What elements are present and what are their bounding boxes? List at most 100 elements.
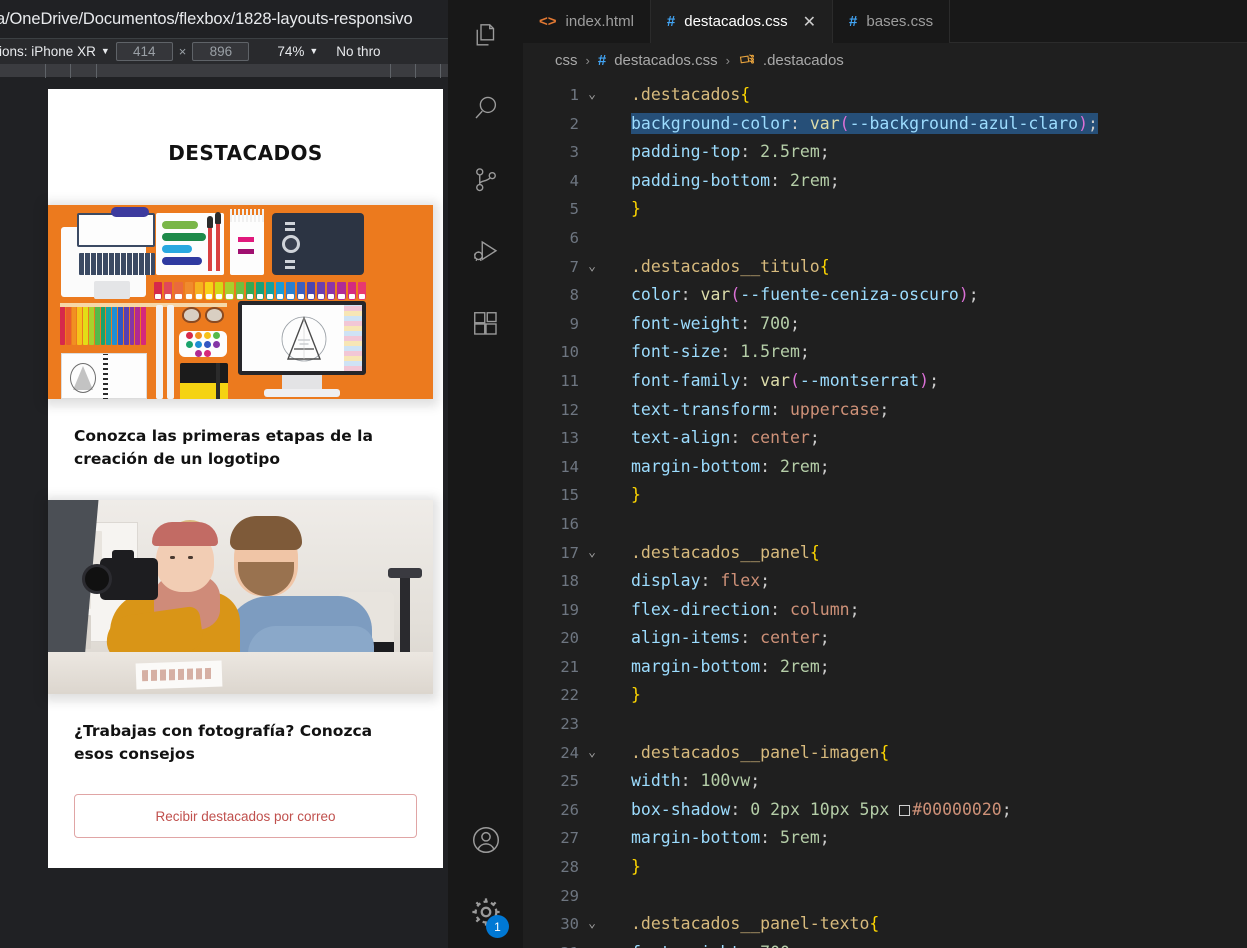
code-line[interactable]: 18 display: flex; [523, 567, 1247, 596]
code-line[interactable]: 22} [523, 681, 1247, 710]
viewport-width-input[interactable]: 414 [115, 42, 173, 61]
code-line[interactable]: 5} [523, 195, 1247, 224]
code-text: margin-bottom: 5rem; [631, 828, 830, 848]
fold-chevron-icon[interactable]: ⌄ [579, 253, 605, 282]
tab-index-html[interactable]: <> index.html [523, 0, 651, 43]
code-line[interactable]: 2 background-color: var(--background-azul… [523, 110, 1247, 139]
code-text: text-transform: uppercase; [631, 399, 890, 419]
code-line[interactable]: 24 ⌄ .destacados__panel-imagen{ [523, 739, 1247, 768]
fold-chevron-icon[interactable]: ⌄ [579, 539, 605, 568]
code-line[interactable]: 17 ⌄ .destacados__panel{ [523, 539, 1247, 568]
account-icon[interactable] [448, 804, 523, 876]
code-line[interactable]: 27 margin-bottom: 5rem; [523, 824, 1247, 853]
line-number: 20 [560, 629, 579, 648]
code-text: font-weight: 700; [631, 939, 800, 948]
code-text: display: flex; [631, 571, 771, 591]
explorer-icon[interactable] [448, 0, 523, 72]
code-line[interactable]: 8 color: var(--fuente-ceniza-oscuro); [523, 281, 1247, 310]
close-icon[interactable]: ✕ [803, 12, 816, 32]
breadcrumb-folder[interactable]: css [555, 52, 578, 69]
code-line[interactable]: 3 padding-top: 2.5rem; [523, 138, 1247, 167]
code-text: .destacados__panel{ [631, 542, 820, 562]
search-icon[interactable] [448, 72, 523, 144]
throttling-select[interactable]: No thro [336, 44, 380, 59]
code-text: } [631, 685, 641, 705]
code-text: background-color: var(--background-azul-… [631, 112, 1098, 134]
code-line[interactable]: 26 box-shadow: 0 2px 10px 5px #00000020; [523, 796, 1247, 825]
code-line[interactable]: 6 [523, 224, 1247, 253]
code-line[interactable]: 20 align-items: center; [523, 624, 1247, 653]
tab-label: bases.css [866, 13, 934, 30]
code-line[interactable]: 10 font-size: 1.5rem; [523, 338, 1247, 367]
code-line[interactable]: 28} [523, 853, 1247, 882]
device-dimensions-select[interactable]: mensions: iPhone XR ▼ [0, 44, 110, 59]
code-line[interactable]: 23 [523, 710, 1247, 739]
fold-chevron-icon[interactable]: ⌄ [579, 81, 605, 110]
css-file-icon: # [597, 51, 607, 69]
code-text: margin-bottom: 2rem; [631, 656, 830, 676]
fold-chevron-icon[interactable]: ⌄ [579, 739, 605, 768]
code-line[interactable]: 9 font-weight: 700; [523, 310, 1247, 339]
settings-gear-icon[interactable]: 1 [448, 876, 523, 948]
code-line[interactable]: 19 flex-direction: column; [523, 596, 1247, 625]
viewport-height-input[interactable]: 896 [192, 42, 250, 61]
code-text: align-items: center; [631, 628, 830, 648]
code-line[interactable]: 21 margin-bottom: 2rem; [523, 653, 1247, 682]
tab-label: destacados.css [684, 13, 788, 30]
line-number: 31 [523, 939, 579, 948]
line-number: 14 [560, 457, 579, 476]
letterform-a-icon [281, 316, 327, 362]
code-text: .destacados__panel-imagen{ [631, 742, 890, 762]
chevron-right-icon: › [725, 52, 730, 68]
code-line[interactable]: 11 font-family: var(--montserrat); [523, 367, 1247, 396]
line-number: 26 [560, 800, 579, 819]
code-line[interactable]: 4 padding-bottom: 2rem; [523, 167, 1247, 196]
code-line[interactable]: 16 [523, 510, 1247, 539]
line-number: 6 [569, 228, 579, 247]
source-control-icon[interactable] [448, 144, 523, 216]
line-number: 4 [569, 171, 579, 190]
tab-destacados-css[interactable]: # destacados.css ✕ [650, 0, 834, 43]
card-image [48, 499, 433, 694]
code-line[interactable]: 13 text-align: center; [523, 424, 1247, 453]
code-line[interactable]: 31 font-weight: 700; [523, 939, 1247, 948]
run-debug-icon[interactable] [448, 216, 523, 288]
dimension-separator: × [178, 44, 187, 59]
tab-bases-css[interactable]: # bases.css [833, 0, 951, 43]
address-bar[interactable]: a/OneDrive/Documentos/flexbox/1828-layou… [0, 0, 448, 38]
code-text: padding-top: 2.5rem; [631, 142, 830, 162]
breadcrumb-file[interactable]: destacados.css [614, 52, 717, 69]
url-text: a/OneDrive/Documentos/flexbox/1828-layou… [0, 9, 413, 28]
line-number: 11 [560, 371, 579, 390]
card-text: Conozca las primeras etapas de la creaci… [48, 399, 443, 500]
code-line[interactable]: 29 [523, 882, 1247, 911]
code-editor[interactable]: 1 ⌄ .destacados{2 background-color: var(--b… [523, 77, 1247, 948]
code-line[interactable]: 7 ⌄ .destacados__titulo{ [523, 253, 1247, 282]
cta-container: Recibir destacados por correo [48, 794, 443, 868]
code-text: padding-bottom: 2rem; [631, 170, 840, 190]
chevron-down-icon: ▼ [100, 45, 110, 56]
code-text: } [631, 199, 641, 219]
code-line[interactable]: 12 text-transform: uppercase; [523, 396, 1247, 425]
code-text: color: var(--fuente-ceniza-oscuro); [631, 285, 979, 305]
zoom-select[interactable]: 74% ▼ [277, 44, 318, 59]
card-heading: Conozca las primeras etapas de la creaci… [74, 427, 373, 469]
code-line[interactable]: 1 ⌄ .destacados{ [523, 81, 1247, 110]
subscribe-button[interactable]: Recibir destacados por correo [74, 794, 417, 838]
designer-desk-illustration [48, 205, 433, 399]
code-line[interactable]: 25 width: 100vw; [523, 767, 1247, 796]
viewport-ruler [0, 64, 448, 78]
fold-chevron-icon[interactable]: ⌄ [579, 910, 605, 939]
breadcrumb-symbol[interactable]: .destacados [763, 52, 844, 69]
line-number: 12 [560, 400, 579, 419]
code-line[interactable]: 14 margin-bottom: 2rem; [523, 453, 1247, 482]
page-title: DESTACADOS [48, 89, 443, 205]
device-dimensions-label: mensions: iPhone XR [0, 44, 96, 59]
code-line[interactable]: 15} [523, 481, 1247, 510]
code-line[interactable]: 30 ⌄ .destacados__panel-texto{ [523, 910, 1247, 939]
extensions-icon[interactable] [448, 288, 523, 360]
card-image [48, 205, 433, 399]
line-number: 9 [569, 314, 579, 333]
vscode-window: 1 <> index.html # destacados.css ✕ # bas… [448, 0, 1247, 948]
line-number: 22 [560, 686, 579, 705]
